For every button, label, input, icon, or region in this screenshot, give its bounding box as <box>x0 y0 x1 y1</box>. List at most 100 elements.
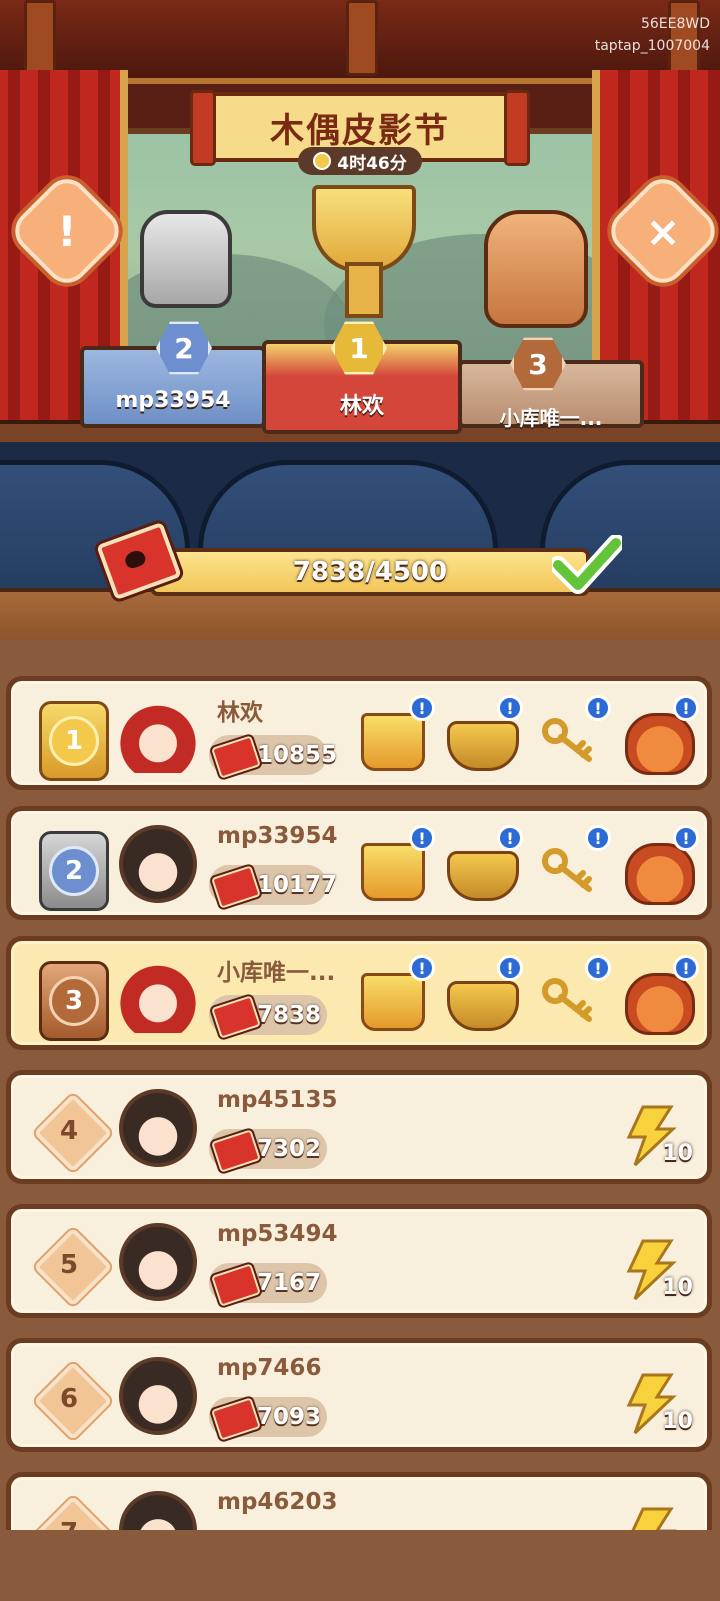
leaderboard-row[interactable]: 1 林欢 10855 ! ! ! ! <box>6 676 712 790</box>
player-score: 7302 <box>257 1136 322 1162</box>
bronze-hand-trophy-icon <box>484 210 588 328</box>
event-title: 木偶皮影节 <box>270 110 450 151</box>
leaderboard-row[interactable]: 6 mp7466 7093 10 <box>6 1338 712 1452</box>
avatar <box>119 1357 197 1435</box>
reward-item[interactable]: ! <box>531 825 611 905</box>
player-name: mp46203 <box>217 1489 338 1515</box>
avatar <box>119 825 197 903</box>
gold-key-icon <box>542 978 592 1022</box>
bottom-bar <box>0 1530 720 1601</box>
rank-number: 3 <box>49 976 99 1026</box>
reward-item[interactable]: ! <box>619 825 699 905</box>
ticket-icon <box>208 1394 264 1444</box>
reward-item[interactable]: ! <box>355 695 435 775</box>
check-icon <box>552 535 622 594</box>
info-badge-icon: ! <box>673 695 699 721</box>
watermark-id: 56EE8WD <box>640 16 710 32</box>
reward-item[interactable]: ! <box>531 695 611 775</box>
gold-pot-icon <box>447 851 519 901</box>
score-pill: 10855 <box>208 732 337 782</box>
score-pill: 7093 <box>208 1394 327 1444</box>
info-badge-icon: ! <box>497 955 523 981</box>
podium-third-name: 小库唯一... <box>499 406 603 430</box>
score-pill: 7167 <box>208 1260 327 1310</box>
player-name: mp53494 <box>217 1221 338 1247</box>
treasure-bucket-icon <box>361 713 425 771</box>
player-name: mp7466 <box>217 1355 322 1381</box>
info-badge-icon: ! <box>673 955 699 981</box>
event-stage: 56EE8WD taptap_1007004 木偶皮影节 4时46分 ! × 2… <box>0 0 720 640</box>
clock-icon <box>313 152 332 170</box>
info-badge-icon: ! <box>409 825 435 851</box>
leaderboard-row[interactable]: 4 mp45135 7302 10 <box>6 1070 712 1184</box>
player-score: 7167 <box>257 1270 322 1296</box>
player-score: 7093 <box>257 1404 322 1430</box>
ticket-icon <box>208 992 264 1042</box>
rank-number: 1 <box>49 716 99 766</box>
silver-fist-trophy-icon <box>140 210 232 308</box>
info-badge-icon: ! <box>673 825 699 851</box>
leaderboard-row[interactable]: 5 mp53494 7167 10 <box>6 1204 712 1318</box>
treasure-bucket-icon <box>361 843 425 901</box>
avatar <box>119 955 197 1033</box>
avatar <box>119 1223 197 1301</box>
ticket-icon <box>208 862 264 912</box>
ticket-icon <box>208 732 264 782</box>
reward-item[interactable]: ! <box>531 955 611 1035</box>
lucky-bag-icon <box>625 713 695 775</box>
progress-text: 7838/4500 <box>292 557 448 587</box>
reward-item[interactable]: ! <box>443 825 523 905</box>
player-score: 10855 <box>257 742 338 768</box>
player-name: 小库唯一... <box>217 960 336 986</box>
reward-item[interactable]: ! <box>443 695 523 775</box>
gold-key-icon <box>542 718 592 762</box>
gold-cup-stem <box>345 262 383 318</box>
player-name: 林欢 <box>217 700 263 726</box>
leaderboard-row[interactable]: 2 mp33954 10177 ! ! ! ! <box>6 806 712 920</box>
leaderboard-row-self[interactable]: 3 小库唯一... 7838 ! ! ! ! <box>6 936 712 1050</box>
player-score: 10177 <box>257 872 338 898</box>
gold-key-icon <box>542 848 592 892</box>
ticket-icon <box>208 1126 264 1176</box>
close-icon: × <box>645 206 681 256</box>
reward-item[interactable]: ! <box>355 825 435 905</box>
exclamation-icon: ! <box>57 206 77 256</box>
reward-item[interactable]: ! <box>619 955 699 1035</box>
podium-second-name: mp33954 <box>115 388 231 413</box>
beam-post <box>346 0 378 76</box>
gold-rank-badge-icon: 1 <box>39 701 109 781</box>
rank-number: 2 <box>49 846 99 896</box>
gold-pot-icon <box>447 981 519 1031</box>
info-badge-icon: ! <box>585 695 611 721</box>
info-badge-icon: ! <box>409 955 435 981</box>
avatar <box>119 1089 197 1167</box>
ticket-icon <box>208 1260 264 1310</box>
score-pill: 7302 <box>208 1126 327 1176</box>
rank-number: 5 <box>59 1250 79 1280</box>
player-score: 7838 <box>257 1002 322 1028</box>
gold-cup-trophy-icon <box>312 185 416 273</box>
reward-item[interactable]: ! <box>619 695 699 775</box>
info-badge-icon: ! <box>497 825 523 851</box>
lucky-bag-icon <box>625 843 695 905</box>
reward-item[interactable]: ! <box>443 955 523 1035</box>
rank-number: 4 <box>59 1116 79 1146</box>
info-badge-icon: ! <box>585 825 611 851</box>
reward-count: 10 <box>662 1409 693 1434</box>
silver-rank-badge-icon: 2 <box>39 831 109 911</box>
reward-item[interactable]: ! <box>355 955 435 1035</box>
bronze-rank-badge-icon: 3 <box>39 961 109 1041</box>
event-timer: 4时46分 <box>298 147 422 175</box>
lucky-bag-icon <box>625 973 695 1035</box>
watermark-user: taptap_1007004 <box>594 38 710 54</box>
info-badge-icon: ! <box>409 695 435 721</box>
avatar <box>119 695 197 773</box>
player-name: mp45135 <box>217 1087 338 1113</box>
treasure-bucket-icon <box>361 973 425 1031</box>
leaderboard: 1 林欢 10855 ! ! ! ! 2 mp33954 10177 ! ! !… <box>0 640 720 1601</box>
score-pill: 7838 <box>208 992 327 1042</box>
reward-count: 10 <box>662 1141 693 1166</box>
beam-post <box>24 0 56 76</box>
podium-first-name: 林欢 <box>339 394 384 419</box>
info-badge-icon: ! <box>497 695 523 721</box>
